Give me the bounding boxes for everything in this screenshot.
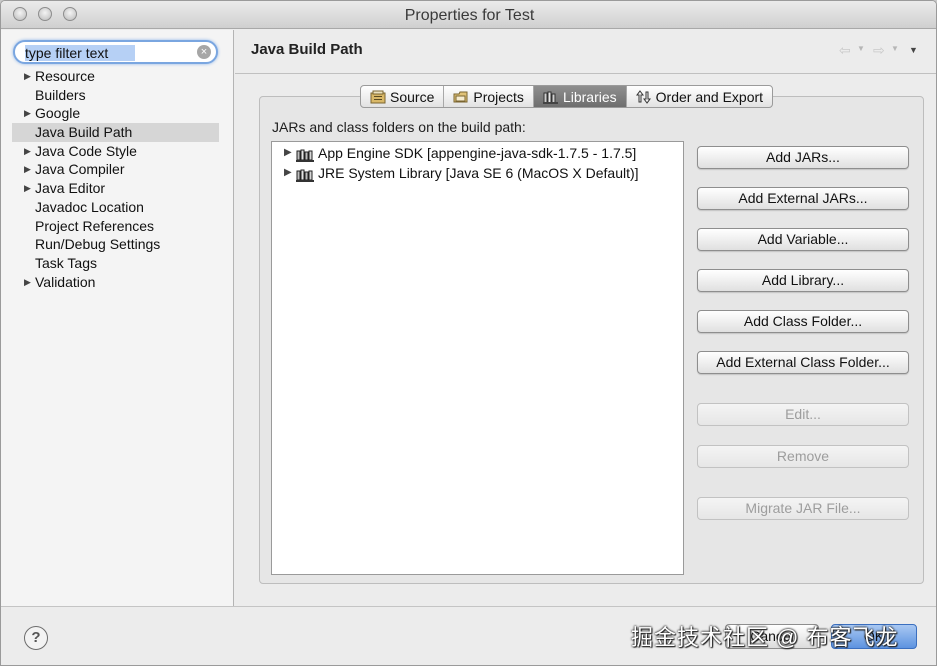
sidebar-item[interactable]: ▶ Resource xyxy=(1,67,233,86)
tab-bar: Source Projects Libraries Order and Expo… xyxy=(360,85,774,108)
add-jars-button[interactable]: Add JARs... xyxy=(697,146,909,169)
tab-projects[interactable]: Projects xyxy=(444,86,534,107)
watermark: 掘金技术社区 @ 布客飞龙 xyxy=(631,625,899,650)
sidebar-item[interactable]: Project References xyxy=(1,217,233,236)
sidebar-item-label: Java Compiler xyxy=(35,161,125,178)
library-icon xyxy=(296,167,314,187)
sidebar-item[interactable]: Javadoc Location xyxy=(1,198,233,217)
expand-arrow-icon[interactable]: ▶ xyxy=(24,67,31,86)
sidebar-item[interactable]: Run/Debug Settings xyxy=(1,235,233,254)
preferences-sidebar: × ▶ResourceBuilders▶GoogleJava Build Pat… xyxy=(1,30,234,606)
sidebar-item[interactable]: Java Build Path xyxy=(12,123,219,142)
expand-arrow-icon[interactable]: ▶ xyxy=(24,142,31,161)
sidebar-item-label: Java Editor xyxy=(35,180,106,197)
tab-order-export[interactable]: Order and Export xyxy=(627,86,772,107)
tab-projects-label: Projects xyxy=(473,88,524,105)
projects-folder-icon xyxy=(453,90,469,104)
sidebar-item[interactable]: ▶ Google xyxy=(1,104,233,123)
filter-field[interactable]: × xyxy=(13,40,218,64)
library-label: JRE System Library [Java SE 6 (MacOS X D… xyxy=(318,165,639,181)
tab-source[interactable]: Source xyxy=(361,86,445,107)
sidebar-item-label: Task Tags xyxy=(35,254,97,271)
add-class-folder-button[interactable]: Add Class Folder... xyxy=(697,310,909,333)
tab-order-export-label: Order and Export xyxy=(655,88,764,105)
page-header: Java Build Path ⇦ ▼ ⇨ ▼ ▼ xyxy=(235,30,936,74)
expand-arrow-icon[interactable]: ▶ xyxy=(24,160,31,179)
properties-dialog: Properties for Test × ▶ResourceBuilders▶… xyxy=(0,0,937,666)
expand-arrow-icon[interactable]: ▶ xyxy=(284,163,292,183)
forward-dropdown-icon[interactable]: ▼ xyxy=(891,44,899,53)
build-path-label: JARs and class folders on the build path… xyxy=(272,119,526,135)
migrate-jar-button[interactable]: Migrate JAR File... xyxy=(697,497,909,520)
sidebar-item[interactable]: ▶ Java Code Style xyxy=(1,142,233,161)
forward-arrow-icon[interactable]: ⇨ xyxy=(873,42,885,59)
help-icon[interactable]: ? xyxy=(24,626,48,650)
expand-arrow-icon[interactable]: ▶ xyxy=(284,143,292,163)
sidebar-item-label: Run/Debug Settings xyxy=(35,236,161,253)
add-external-class-folder-button[interactable]: Add External Class Folder... xyxy=(697,351,909,374)
title-bar: Properties for Test xyxy=(1,1,936,29)
filter-input[interactable] xyxy=(25,44,195,61)
expand-arrow-icon[interactable]: ▶ xyxy=(24,104,31,123)
sidebar-item[interactable]: Builders xyxy=(1,86,233,105)
add-library-button[interactable]: Add Library... xyxy=(697,269,909,292)
sidebar-item-label: Resource xyxy=(35,68,95,84)
tab-libraries-label: Libraries xyxy=(562,88,617,105)
sidebar-item[interactable]: Task Tags xyxy=(1,254,233,273)
sidebar-item-label: Google xyxy=(35,105,81,122)
expand-arrow-icon[interactable]: ▶ xyxy=(24,179,31,198)
source-folder-icon xyxy=(370,90,386,104)
sidebar-item-label: Javadoc Location xyxy=(35,198,144,215)
clear-icon[interactable]: × xyxy=(197,45,211,59)
sidebar-item-label: Java Code Style xyxy=(35,142,137,159)
add-variable-button[interactable]: Add Variable... xyxy=(697,228,909,251)
libraries-tree[interactable]: ▶ App Engine SDK [appengine-java-sdk-1.7… xyxy=(271,141,684,575)
order-export-icon xyxy=(635,89,652,104)
sidebar-item-label: Java Build Path xyxy=(35,124,133,141)
tab-libraries[interactable]: Libraries xyxy=(533,86,627,107)
sidebar-item[interactable]: ▶ Java Compiler xyxy=(1,160,233,179)
sidebar-item[interactable]: ▶ Java Editor xyxy=(1,179,233,198)
library-label: App Engine SDK [appengine-java-sdk-1.7.5… xyxy=(318,145,637,161)
add-external-jars-button[interactable]: Add External JARs... xyxy=(697,187,909,210)
library-row[interactable]: ▶ JRE System Library [Java SE 6 (MacOS X… xyxy=(272,163,683,183)
edit-button[interactable]: Edit... xyxy=(697,403,909,426)
sidebar-item-label: Project References xyxy=(35,217,155,234)
tab-source-label: Source xyxy=(390,88,435,105)
remove-button[interactable]: Remove xyxy=(697,445,909,468)
preference-tree: ▶ Resource Builders ▶ Google Java Build Path ▶… xyxy=(1,67,233,291)
window-title: Properties for Test xyxy=(404,7,535,24)
dialog-footer: ? Cancel OK 掘金技术社区 @ 布客飞龙 xyxy=(1,606,936,665)
back-arrow-icon[interactable]: ⇦ xyxy=(839,42,851,59)
sidebar-item[interactable]: ▶ Validation xyxy=(1,273,233,292)
sidebar-item-label: Builders xyxy=(35,86,86,103)
view-menu-icon[interactable]: ▼ xyxy=(909,45,918,55)
back-dropdown-icon[interactable]: ▼ xyxy=(857,44,865,53)
page-title: Java Build Path xyxy=(251,41,363,58)
expand-arrow-icon[interactable]: ▶ xyxy=(24,273,31,292)
sidebar-item-label: Validation xyxy=(35,273,96,290)
library-icon xyxy=(542,90,559,104)
library-row[interactable]: ▶ App Engine SDK [appengine-java-sdk-1.7… xyxy=(272,143,683,163)
